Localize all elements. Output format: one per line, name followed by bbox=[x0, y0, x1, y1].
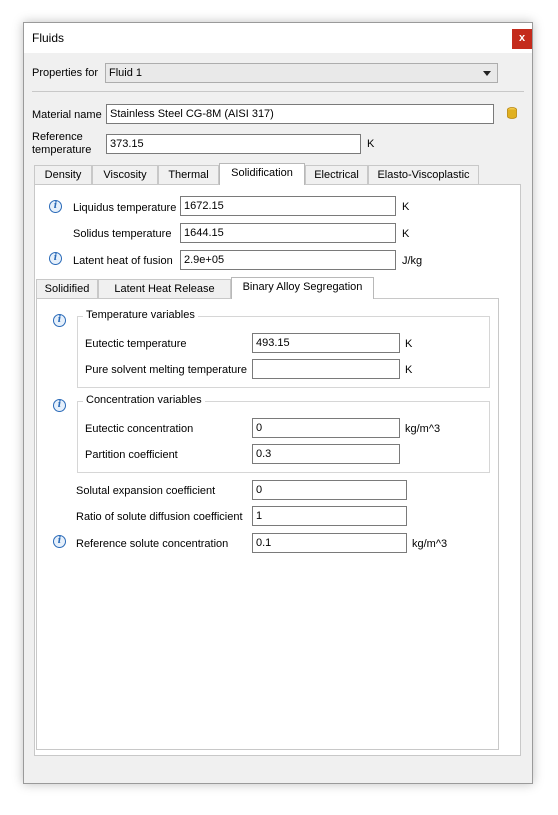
subtab-binary-alloy-segregation[interactable]: Binary Alloy Segregation bbox=[231, 277, 374, 299]
reference-solute-input[interactable] bbox=[252, 533, 407, 553]
solidus-temperature-label: Solidus temperature bbox=[73, 228, 172, 240]
reference-solute-label: Reference solute concentration bbox=[76, 538, 229, 550]
title-bar[interactable]: Fluids x bbox=[24, 23, 532, 53]
eutectic-concentration-label: Eutectic concentration bbox=[85, 423, 194, 435]
tab-density[interactable]: Density bbox=[34, 165, 92, 185]
solutal-expansion-label: Solutal expansion coefficient bbox=[76, 485, 216, 497]
fluid-select[interactable]: Fluid 1 bbox=[105, 63, 498, 83]
material-name-input[interactable] bbox=[106, 104, 494, 124]
material-name-label: Material name bbox=[32, 109, 102, 121]
subtab-latent-heat-release[interactable]: Latent Heat Release bbox=[98, 279, 231, 299]
reference-solute-unit: kg/m^3 bbox=[412, 538, 448, 550]
eutectic-temperature-input[interactable] bbox=[252, 333, 400, 353]
info-icon[interactable]: i bbox=[49, 200, 62, 213]
liquidus-temperature-unit: K bbox=[402, 201, 410, 213]
tab-label: Elasto-Viscoplastic bbox=[377, 169, 470, 181]
eutectic-temperature-unit: K bbox=[405, 338, 413, 350]
solidification-panel: i Liquidus temperature K Solidus tempera… bbox=[34, 184, 521, 756]
temperature-variables-title: Temperature variables bbox=[83, 309, 198, 321]
partition-coefficient-input[interactable] bbox=[252, 444, 400, 464]
tab-elasto-viscoplastic[interactable]: Elasto-Viscoplastic bbox=[368, 165, 479, 185]
fluids-dialog: Fluids x Properties for Fluid 1 Material… bbox=[23, 22, 533, 784]
eutectic-temperature-label: Eutectic temperature bbox=[85, 338, 187, 350]
tab-label: Solidified bbox=[44, 283, 90, 295]
tab-thermal[interactable]: Thermal bbox=[158, 165, 219, 185]
info-icon[interactable]: i bbox=[53, 399, 66, 412]
reference-temperature-unit: K bbox=[367, 138, 375, 150]
info-icon[interactable]: i bbox=[53, 535, 66, 548]
solidus-temperature-input[interactable] bbox=[180, 223, 396, 243]
liquidus-temperature-label: Liquidus temperature bbox=[73, 202, 177, 214]
solute-diffusion-ratio-input[interactable] bbox=[252, 506, 407, 526]
latent-heat-label: Latent heat of fusion bbox=[73, 255, 173, 267]
chevron-down-icon bbox=[483, 71, 491, 76]
tab-label: Density bbox=[44, 169, 82, 181]
binary-alloy-panel: i Temperature variables Eutectic tempera… bbox=[36, 298, 499, 750]
fluid-select-value: Fluid 1 bbox=[109, 67, 143, 79]
latent-heat-unit: J/kg bbox=[402, 255, 423, 267]
info-icon[interactable]: i bbox=[53, 314, 66, 327]
tab-label: Solidification bbox=[231, 167, 293, 179]
reference-temperature-label-line1: Reference bbox=[32, 131, 83, 143]
eutectic-concentration-input[interactable] bbox=[252, 418, 400, 438]
reference-temperature-input[interactable] bbox=[106, 134, 361, 154]
pure-solvent-unit: K bbox=[405, 364, 413, 376]
tab-label: Latent Heat Release bbox=[114, 283, 215, 295]
solidus-temperature-unit: K bbox=[402, 228, 410, 240]
pure-solvent-label: Pure solvent melting temperature bbox=[85, 364, 248, 376]
tab-solidification[interactable]: Solidification bbox=[219, 163, 305, 185]
tab-label: Thermal bbox=[168, 169, 209, 181]
window-title: Fluids bbox=[32, 31, 65, 45]
solutal-expansion-input[interactable] bbox=[252, 480, 407, 500]
separator bbox=[32, 91, 524, 92]
concentration-variables-title: Concentration variables bbox=[83, 394, 205, 406]
solute-diffusion-ratio-label: Ratio of solute diffusion coefficient bbox=[76, 511, 243, 523]
subtab-solidified[interactable]: Solidified bbox=[36, 279, 98, 299]
reference-temperature-label-line2: temperature bbox=[32, 144, 92, 156]
info-icon[interactable]: i bbox=[49, 252, 62, 265]
liquidus-temperature-input[interactable] bbox=[180, 196, 396, 216]
close-button[interactable]: x bbox=[512, 29, 532, 49]
latent-heat-input[interactable] bbox=[180, 250, 396, 270]
tab-viscosity[interactable]: Viscosity bbox=[92, 165, 158, 185]
eutectic-concentration-unit: kg/m^3 bbox=[405, 423, 441, 435]
pure-solvent-input[interactable] bbox=[252, 359, 400, 379]
tab-label: Electrical bbox=[314, 169, 359, 181]
database-icon[interactable] bbox=[507, 107, 517, 119]
properties-for-label: Properties for bbox=[32, 67, 99, 79]
tab-electrical[interactable]: Electrical bbox=[305, 165, 368, 185]
partition-coefficient-label: Partition coefficient bbox=[85, 449, 178, 461]
tab-label: Viscosity bbox=[103, 169, 147, 181]
tab-label: Binary Alloy Segregation bbox=[242, 281, 363, 293]
